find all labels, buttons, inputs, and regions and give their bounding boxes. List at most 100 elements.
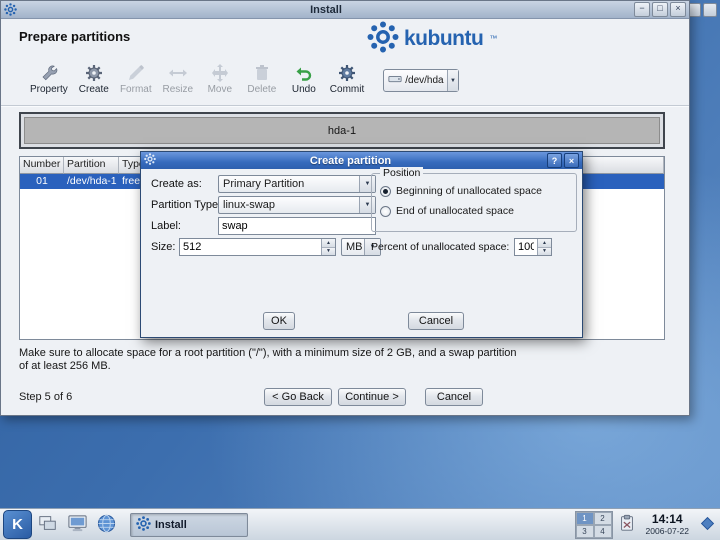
cancel-button[interactable]: Cancel <box>425 388 483 406</box>
toolbar-move: Move <box>199 61 241 97</box>
disk-segment[interactable]: hda-1 <box>24 117 660 144</box>
move-arrows-icon <box>210 63 230 83</box>
column-header-partition[interactable]: Partition <box>64 157 119 174</box>
chevron-down-icon[interactable]: ▼ <box>446 70 459 91</box>
dialog-icon <box>144 153 156 168</box>
pager-desktop-1[interactable]: 1 <box>575 511 594 525</box>
task-button-label: Install <box>155 518 187 531</box>
ok-button[interactable]: OK <box>263 312 295 330</box>
pager-desktop-2[interactable]: 2 <box>593 511 612 525</box>
column-header-number[interactable]: Number <box>20 157 64 174</box>
toolbar-delete: Delete <box>241 61 283 97</box>
radio-unselected-icon <box>380 205 391 217</box>
install-task-icon <box>136 515 151 534</box>
toolbar-undo[interactable]: Undo <box>283 61 325 97</box>
radio-end-label: End of unallocated space <box>396 205 514 217</box>
desktop: Install − □ × Prepare partitions kubuntu… <box>0 0 720 540</box>
percent-spinbox[interactable]: ▲ ▼ <box>514 238 552 256</box>
show-desktop-button[interactable] <box>35 512 61 538</box>
radio-beginning-label: Beginning of unallocated space <box>396 185 542 197</box>
radio-end-of-space[interactable]: End of unallocated space <box>380 205 514 217</box>
blue-diamond-icon <box>700 516 715 534</box>
monitor-icon <box>67 513 88 537</box>
page-title: Prepare partitions <box>19 29 131 44</box>
toolbar-commit[interactable]: Commit <box>325 61 369 97</box>
percent-label: Percent of unallocated space: <box>371 241 510 253</box>
k-menu-letter: K <box>12 516 23 533</box>
partition-type-combobox[interactable]: linux-swap ▼ <box>218 196 376 214</box>
help-button[interactable]: ? <box>547 153 562 168</box>
size-spinbox[interactable]: ▲ ▼ <box>179 238 336 256</box>
pager-desktop-4[interactable]: 4 <box>593 524 612 538</box>
hard-drive-icon <box>388 72 402 89</box>
install-window-titlebar[interactable]: Install − □ × <box>1 1 689 19</box>
toolbar: Property Create Format Resize Move Delet… <box>25 61 679 97</box>
maximize-button[interactable]: □ <box>652 2 668 17</box>
resize-arrows-icon <box>168 63 188 83</box>
cell-number: 01 <box>36 175 48 187</box>
position-groupbox: Position Beginning of unallocated space … <box>371 167 577 232</box>
toolbar-property-label: Property <box>30 84 68 95</box>
trademark-symbol: ™ <box>489 34 498 43</box>
spin-down-icon[interactable]: ▼ <box>538 247 551 255</box>
create-as-combobox[interactable]: Primary Partition ▼ <box>218 175 376 193</box>
create-as-value: Primary Partition <box>223 178 305 190</box>
kubuntu-logo-text: kubuntu <box>404 26 484 50</box>
undo-arrow-icon <box>294 63 314 83</box>
device-selector[interactable]: /dev/hda ▼ <box>383 69 460 92</box>
percent-input[interactable] <box>515 239 537 255</box>
dialog-close-button[interactable]: × <box>564 153 579 168</box>
toolbar-resize: Resize <box>157 61 199 97</box>
toolbar-format-label: Format <box>119 84 152 95</box>
create-partition-dialog: Create partition ? × Create as: Primary … <box>140 151 583 338</box>
tray-icon[interactable] <box>697 515 717 535</box>
position-group-title: Position <box>380 167 424 179</box>
clock-date: 2006-07-22 <box>645 525 689 536</box>
dialog-titlebar[interactable]: Create partition ? × <box>141 152 582 169</box>
spin-up-icon[interactable]: ▲ <box>538 239 551 248</box>
close-button[interactable]: × <box>670 2 686 17</box>
toolbar-undo-label: Undo <box>291 84 316 95</box>
clock[interactable]: 14:14 2006-07-22 <box>645 512 689 537</box>
k-menu-button[interactable]: K <box>3 510 32 539</box>
disk-visual-bar[interactable]: hda-1 <box>19 112 665 149</box>
cell-partition: /dev/hda-1 <box>67 175 117 187</box>
task-button-install[interactable]: Install <box>130 512 248 537</box>
note-line-2: of at least 256 MB. <box>19 360 111 372</box>
size-input[interactable] <box>180 239 321 255</box>
note-line-1: Make sure to allocate space for a root p… <box>19 347 517 359</box>
kubuntu-gear-icon <box>367 21 399 56</box>
pencil-icon <box>126 63 146 83</box>
spin-up-icon[interactable]: ▲ <box>322 239 335 248</box>
toolbar-create[interactable]: Create <box>73 61 115 97</box>
device-selector-value: /dev/hda <box>405 75 444 86</box>
klipper-tray-icon[interactable] <box>616 514 638 536</box>
minimize-button[interactable]: − <box>634 2 650 17</box>
toolbar-resize-label: Resize <box>162 84 194 95</box>
toolbar-commit-label: Commit <box>329 84 365 95</box>
background-window-button[interactable] <box>703 3 717 17</box>
partition-type-label: Partition Type: <box>151 199 222 211</box>
dialog-cancel-button[interactable]: Cancel <box>408 312 464 330</box>
note-text: Make sure to allocate space for a root p… <box>19 347 669 373</box>
go-back-button[interactable]: < Go Back <box>264 388 332 406</box>
label-field-label: Label: <box>151 220 181 232</box>
toolbar-move-label: Move <box>207 84 233 95</box>
spin-down-icon[interactable]: ▼ <box>322 247 335 255</box>
toolbar-property[interactable]: Property <box>25 61 73 97</box>
continue-button[interactable]: Continue > <box>338 388 406 406</box>
desktop-pager: 1 2 3 4 <box>574 510 613 539</box>
label-input[interactable] <box>218 217 376 235</box>
radio-beginning-of-space[interactable]: Beginning of unallocated space <box>380 185 542 197</box>
pager-desktop-3[interactable]: 3 <box>575 524 594 538</box>
radio-selected-icon <box>380 185 391 197</box>
create-as-label: Create as: <box>151 178 202 190</box>
system-button[interactable] <box>64 512 90 538</box>
web-browser-button[interactable] <box>93 512 119 538</box>
kubuntu-logo: kubuntu ™ <box>367 21 497 56</box>
wrench-icon <box>39 63 59 83</box>
gear-plus-icon <box>84 63 104 83</box>
size-unit-value: MB <box>346 241 363 253</box>
step-label: Step 5 of 6 <box>19 391 73 403</box>
toolbar-format: Format <box>115 61 157 97</box>
